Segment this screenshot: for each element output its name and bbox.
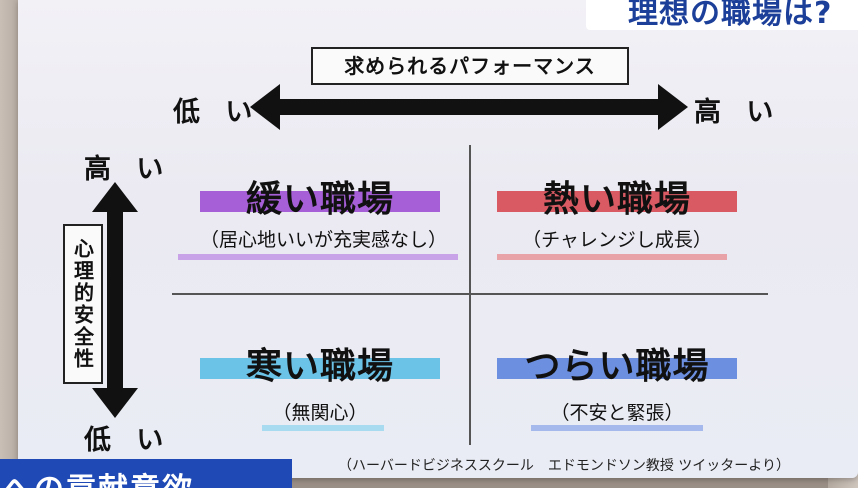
x-axis-label: 求められるパフォーマンス	[311, 47, 629, 85]
y-axis-low-label: 低 い	[84, 425, 172, 456]
quadrant-cold-workplace: 寒い職場 （無関心）	[200, 337, 440, 447]
quadrant-loose-workplace: 緩い職場 （居心地いいが充実感なし）	[178, 170, 458, 280]
quadrant-description: （無関心）	[272, 402, 368, 424]
quadrant-title: 熱い職場	[542, 179, 691, 220]
quadrant-title: 寒い職場	[245, 346, 394, 387]
y-axis-label: 心理的安全性	[70, 238, 95, 370]
source-note: （ハーバードビジネススクール エドモンドソン教授 ツイッターより）	[338, 458, 791, 474]
quadrant-hard-workplace: つらい職場 （不安と緊張）	[497, 337, 737, 447]
vertical-divider	[469, 145, 471, 445]
x-axis-low-label: 低 い	[173, 97, 261, 128]
quadrant-description: （不安と緊張）	[550, 402, 684, 424]
horizontal-double-arrow-icon	[250, 84, 688, 130]
quadrant-underline	[262, 425, 384, 431]
quadrant-description: （チャレンジし成長）	[522, 229, 712, 251]
y-axis-high-label: 高 い	[84, 154, 172, 185]
quadrant-hot-workplace: 熱い職場 （チャレンジし成長）	[497, 170, 737, 280]
caption-text: への貢献意欲	[2, 464, 194, 488]
quadrant-title: つらい職場	[524, 346, 710, 387]
quadrant-description: （居心地いいが充実感なし）	[200, 229, 448, 251]
y-axis-label-box: 心理的安全性	[63, 224, 103, 384]
quadrant-underline	[178, 254, 458, 260]
quadrant-underline	[531, 425, 703, 431]
header-title: 理想の職場は?	[628, 0, 833, 30]
header-title-box: 理想の職場は?	[586, 0, 858, 30]
quadrant-title: 緩い職場	[245, 179, 394, 220]
x-axis-high-label: 高 い	[694, 97, 782, 128]
quadrant-underline	[497, 254, 727, 260]
bottom-caption-strip: への貢献意欲	[0, 459, 292, 488]
